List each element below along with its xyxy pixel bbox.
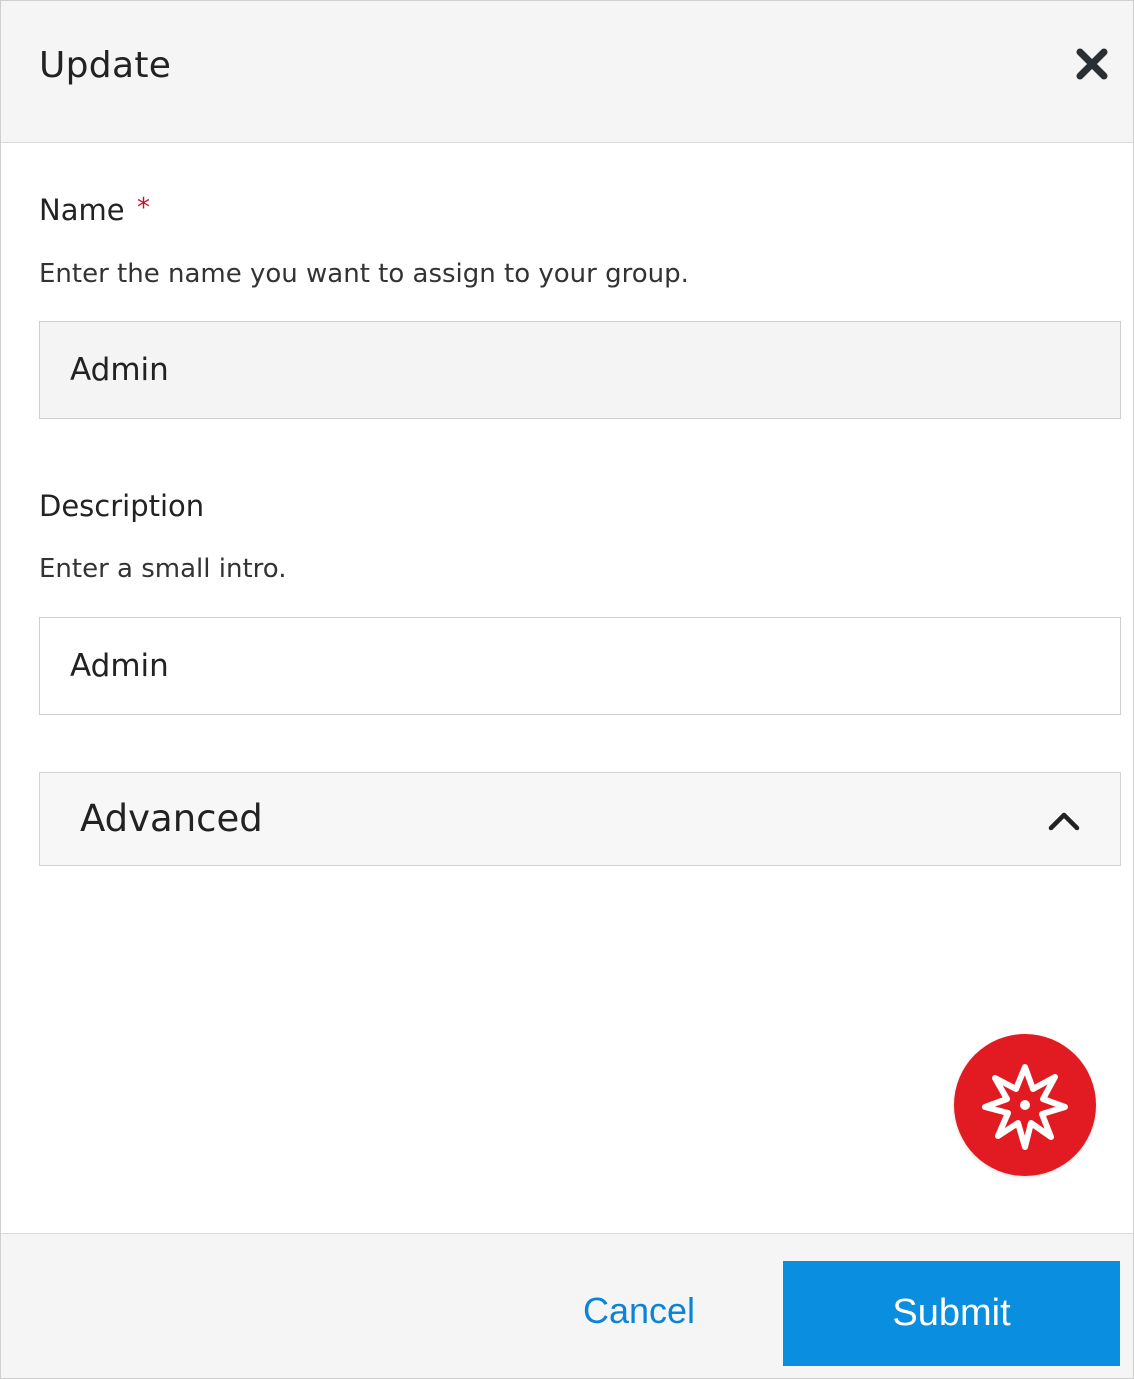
description-help-text: Enter a small intro. — [39, 554, 287, 584]
required-marker: * — [137, 193, 150, 223]
close-button[interactable] — [1071, 43, 1113, 85]
cancel-button[interactable]: Cancel — [561, 1286, 717, 1336]
chevron-up-icon — [1048, 812, 1080, 831]
name-label: Name — [39, 193, 125, 227]
assistant-fab-button[interactable] — [954, 1034, 1096, 1176]
close-icon — [1076, 48, 1108, 80]
description-label: Description — [39, 489, 205, 523]
submit-button[interactable]: Submit — [783, 1261, 1120, 1366]
advanced-label: Advanced — [80, 797, 263, 840]
name-input[interactable] — [39, 321, 1121, 419]
advanced-section-toggle[interactable]: Advanced — [39, 772, 1121, 866]
update-dialog: Update Name * Enter the name you want to… — [0, 0, 1134, 1379]
dialog-header: Update — [1, 1, 1133, 143]
starburst-icon — [982, 1064, 1068, 1150]
description-input[interactable] — [39, 617, 1121, 715]
dialog-footer: Cancel Submit — [1, 1233, 1133, 1378]
name-help-text: Enter the name you want to assign to you… — [39, 259, 689, 289]
dialog-title: Update — [39, 45, 172, 86]
